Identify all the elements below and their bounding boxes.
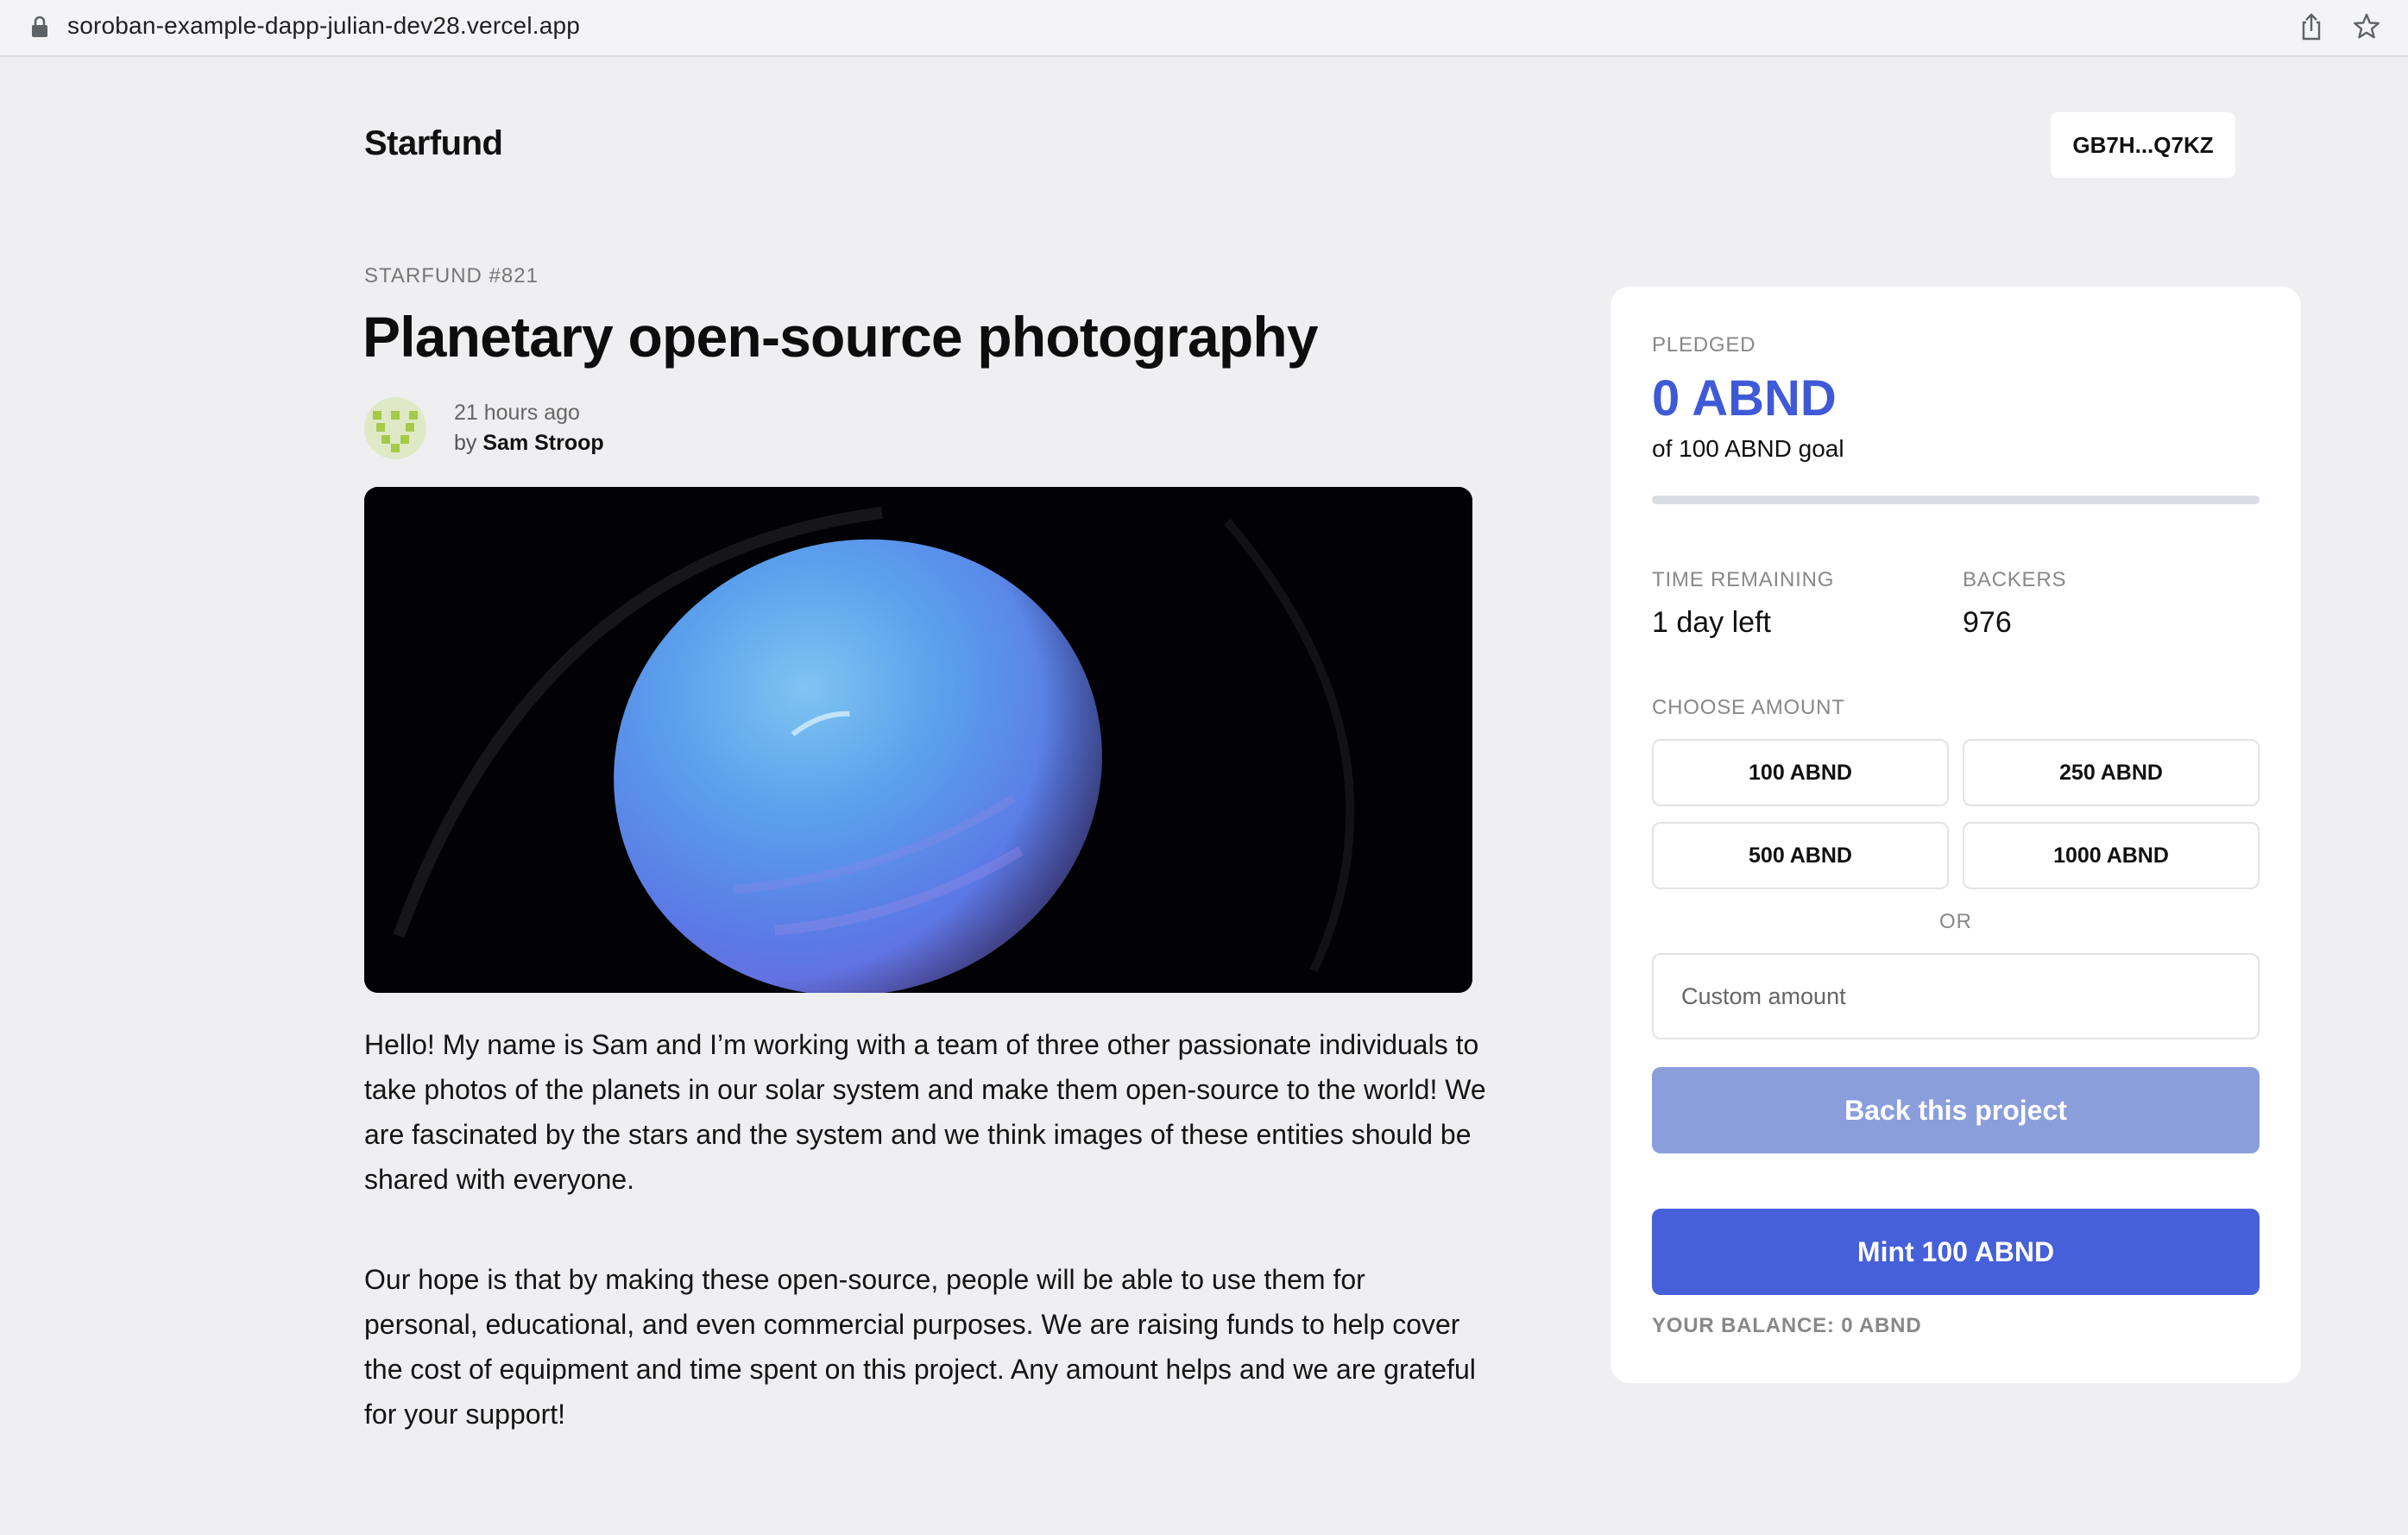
or-divider: OR (1939, 910, 1972, 933)
description-paragraph-1: Hello! My name is Sam and I’m working wi… (364, 1029, 1486, 1195)
author-byline: by Sam Stroop (454, 431, 604, 456)
author-avatar (364, 397, 426, 459)
project-number: STARFUND #821 (364, 264, 539, 287)
project-title: Planetary open-source photography (362, 305, 1319, 369)
lock-icon (32, 16, 47, 37)
amount-button-250[interactable]: 250 ABND (1963, 739, 2260, 806)
amount-button-1000[interactable]: 1000 ABND (1963, 822, 2260, 889)
back-project-button[interactable]: Back this project (1652, 1067, 2260, 1153)
share-icon[interactable] (2298, 12, 2325, 41)
choose-amount-label: CHOOSE AMOUNT (1652, 696, 1845, 719)
address-bar-url[interactable]: soroban-example-dapp-julian-dev28.vercel… (67, 12, 580, 40)
amount-button-100[interactable]: 100 ABND (1652, 739, 1949, 806)
planet-illustration (364, 487, 1472, 993)
site-logo[interactable]: Starfund (364, 124, 503, 163)
pledged-amount: 0 ABND (1652, 370, 1837, 426)
time-remaining-label: TIME REMAINING (1652, 568, 1835, 591)
mint-button[interactable]: Mint 100 ABND (1652, 1209, 2260, 1295)
browser-toolbar: soroban-example-dapp-julian-dev28.vercel… (0, 0, 2408, 57)
time-remaining-value: 1 day left (1652, 606, 1771, 639)
author-name[interactable]: Sam Stroop (482, 431, 603, 455)
balance-text: YOUR BALANCE: 0 ABND (1652, 1314, 1922, 1337)
description-paragraph-2: Our hope is that by making these open-so… (364, 1264, 1476, 1430)
project-image (364, 487, 1472, 993)
funding-card: PLEDGED 0 ABND of 100 ABND goal TIME REM… (1611, 287, 2301, 1383)
custom-amount-input[interactable] (1652, 953, 2260, 1039)
backers-value: 976 (1963, 606, 2012, 639)
goal-text: of 100 ABND goal (1652, 435, 1844, 462)
backers-label: BACKERS (1963, 568, 2067, 591)
byline-prefix: by (454, 431, 477, 455)
amount-button-500[interactable]: 500 ABND (1652, 822, 1949, 889)
posted-time: 21 hours ago (454, 401, 580, 425)
star-icon[interactable] (2353, 12, 2380, 41)
funding-progress-bar (1652, 496, 2260, 504)
wallet-address-button[interactable]: GB7H...Q7KZ (2051, 112, 2235, 178)
pledged-label: PLEDGED (1652, 333, 1756, 357)
